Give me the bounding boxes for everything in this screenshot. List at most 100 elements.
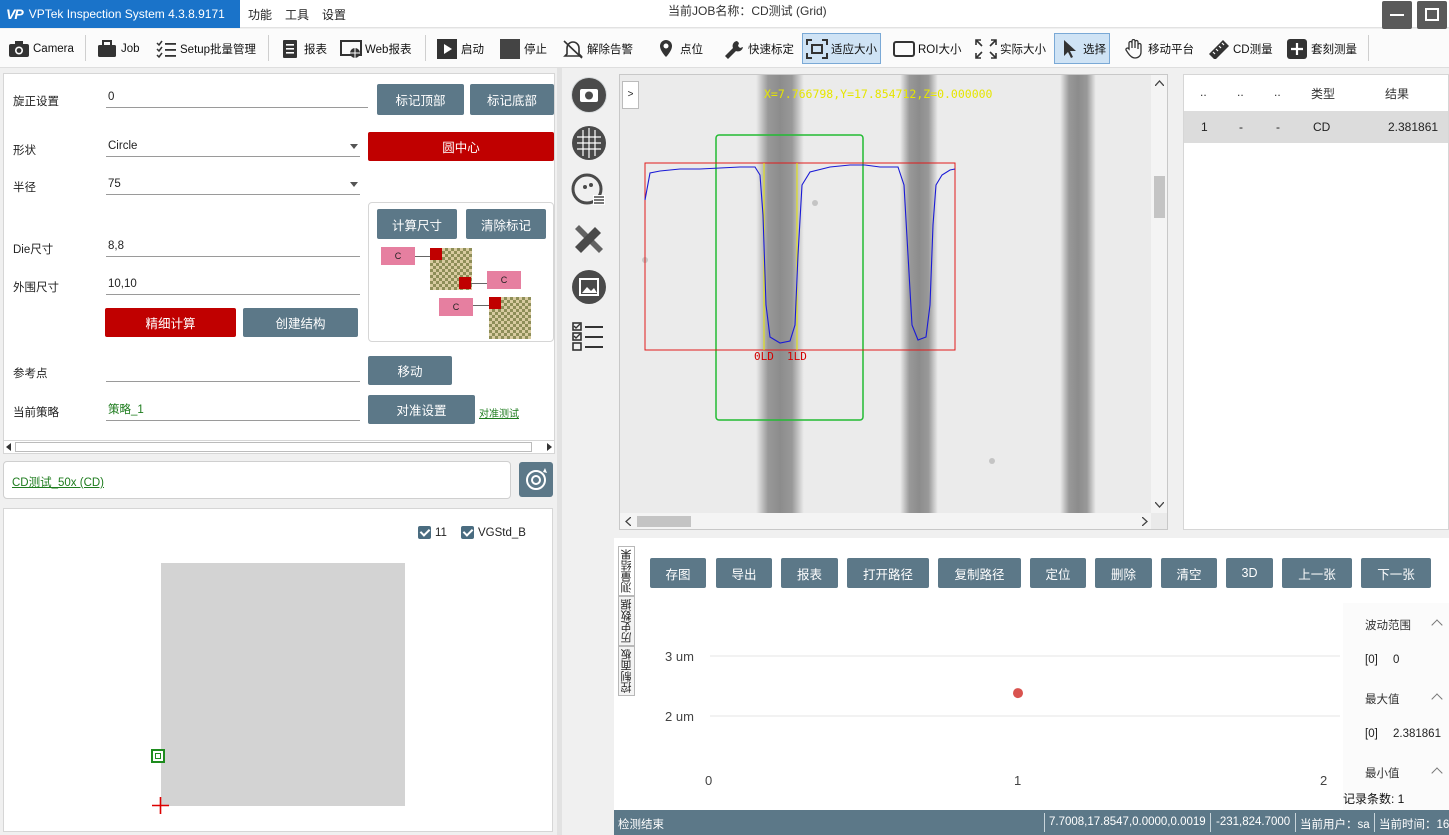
outer-size-field[interactable]: 10,10 <box>106 275 360 295</box>
mark-bottom-button[interactable]: 标记底部 <box>470 84 554 115</box>
setup-batch-button[interactable]: Setup批量管理 <box>152 33 259 64</box>
measure-tools-button[interactable] <box>571 221 607 257</box>
mark-top-button[interactable]: 标记顶部 <box>377 84 464 115</box>
recipe-link[interactable]: CD测试_50x (CD) <box>12 474 104 490</box>
overlay-measure-button[interactable]: 套刻测量 <box>1283 33 1360 64</box>
quick-calibrate-button[interactable]: 快速标定 <box>720 33 797 64</box>
report-button[interactable]: 报表 <box>276 33 330 64</box>
scroll-up-icon[interactable] <box>1155 80 1164 86</box>
tab-measure-result[interactable]: 测量结果 <box>618 546 635 596</box>
menu-function[interactable]: 功能 <box>248 6 272 23</box>
open-path-button[interactable]: 打开路径 <box>847 558 929 588</box>
point-button[interactable]: 点位 <box>652 33 706 64</box>
locate-button[interactable]: 定位 <box>1030 558 1086 588</box>
collapse-range-icon[interactable] <box>1431 619 1443 631</box>
map-view-button[interactable] <box>571 173 607 209</box>
tab-control-panel[interactable]: 控制面板 <box>618 646 635 696</box>
start-button[interactable]: 启动 <box>433 33 487 64</box>
column-header: .. <box>1274 85 1281 99</box>
move-stage-button[interactable]: 移动平台 <box>1120 33 1197 64</box>
delete-button[interactable]: 删除 <box>1095 558 1152 588</box>
strategy-field[interactable]: 策略_1 <box>106 401 360 421</box>
clear-button[interactable]: 清空 <box>1161 558 1217 588</box>
status-user: 当前用户：sa <box>1300 819 1370 831</box>
maximize-button[interactable] <box>1417 1 1447 29</box>
camera-button[interactable]: Camera <box>5 33 77 64</box>
scroll-left-icon[interactable] <box>625 517 631 526</box>
shape-select[interactable]: Circle <box>106 137 360 157</box>
column-header-result: 结果 <box>1385 87 1410 101</box>
vscroll-thumb[interactable] <box>1154 176 1165 218</box>
radius-select[interactable]: 75 <box>106 175 360 195</box>
wrench-icon <box>725 40 743 59</box>
scroll-down-icon[interactable] <box>1155 502 1164 508</box>
setup-batch-label: Setup批量管理 <box>180 43 257 56</box>
column-header: .. <box>1237 85 1244 99</box>
die-marker <box>459 277 471 289</box>
scroll-right-icon[interactable] <box>1142 517 1148 526</box>
job-button[interactable]: Job <box>93 33 143 64</box>
scroll-left-icon[interactable] <box>5 443 13 451</box>
align-settings-button[interactable]: 对准设置 <box>368 395 475 424</box>
align-test-link[interactable]: 对准测试 <box>479 405 519 420</box>
column-header: .. <box>1200 85 1207 99</box>
layer-checkbox-11[interactable] <box>418 526 431 539</box>
camera-view-button[interactable] <box>571 77 607 113</box>
export-button[interactable]: 导出 <box>716 558 772 588</box>
edge-label-1ld: 1LD <box>787 350 807 363</box>
image-viewer: X=7.766798,Y=17.854712,Z=0.000000 0LD 1L… <box>619 74 1168 530</box>
hand-icon <box>1125 38 1142 59</box>
circle-center-button[interactable]: 圆中心 <box>368 132 554 161</box>
tab-history-data[interactable]: 历史数据 <box>618 596 635 646</box>
expand-panel-button[interactable]: > <box>622 81 639 109</box>
collapse-max-icon[interactable] <box>1431 693 1443 705</box>
stop-button[interactable]: 停止 <box>496 33 550 64</box>
viewer-hscrollbar[interactable] <box>620 513 1151 529</box>
die-size-field[interactable]: 8,8 <box>106 237 360 257</box>
clear-marks-button[interactable]: 清除标记 <box>466 209 546 239</box>
rotation-field[interactable]: 0 <box>106 88 368 108</box>
scroll-right-icon[interactable] <box>545 443 553 451</box>
radius-select-value: 75 <box>108 178 121 190</box>
report-result-button[interactable]: 报表 <box>781 558 838 588</box>
layer-checkbox-vgstd[interactable] <box>461 526 474 539</box>
wafer-area[interactable] <box>161 563 405 806</box>
hscroll-thumb[interactable] <box>637 516 691 527</box>
camera-image[interactable]: X=7.766798,Y=17.854712,Z=0.000000 0LD 1L… <box>620 75 1151 513</box>
actual-size-button[interactable]: 实际大小 <box>972 33 1049 64</box>
report-label: 报表 <box>304 43 327 56</box>
copy-path-button[interactable]: 复制路径 <box>938 558 1021 588</box>
calc-size-button[interactable]: 计算尺寸 <box>377 209 457 239</box>
minimize-button[interactable] <box>1382 1 1412 29</box>
next-image-button[interactable]: 下一张 <box>1361 558 1431 588</box>
cell-type: CD <box>1313 120 1331 134</box>
create-structure-button[interactable]: 创建结构 <box>243 308 358 337</box>
ref-point-field[interactable] <box>106 362 360 382</box>
collapse-min-icon[interactable] <box>1431 767 1443 779</box>
radius-label: 半径 <box>13 182 36 194</box>
main-toolbar: Camera Job Setup批量管理 报表 Web报表 启动 停止 解除告警… <box>0 29 1449 68</box>
move-button[interactable]: 移动 <box>368 356 452 385</box>
grid-view-button[interactable] <box>571 125 607 161</box>
cd-measure-button[interactable]: CD测量 <box>1205 33 1276 64</box>
web-report-button[interactable]: Web报表 <box>337 33 414 64</box>
table-row[interactable]: 1 - - CD 2.381861 <box>1184 111 1448 143</box>
task-list-button[interactable] <box>571 318 607 354</box>
refresh-button[interactable] <box>519 462 553 497</box>
clear-alarm-button[interactable]: 解除告警 <box>559 33 636 64</box>
scroll-thumb[interactable] <box>15 442 532 452</box>
roi-size-button[interactable]: ROI大小 <box>890 33 964 64</box>
menu-tools[interactable]: 工具 <box>285 6 309 23</box>
column-header-type: 类型 <box>1311 87 1336 101</box>
fine-calc-button[interactable]: 精细计算 <box>105 308 236 337</box>
select-button[interactable]: 选择 <box>1054 33 1110 64</box>
viewer-vscrollbar[interactable] <box>1151 75 1167 513</box>
menu-settings[interactable]: 设置 <box>322 6 346 23</box>
3d-button[interactable]: 3D <box>1226 558 1273 588</box>
camera-icon <box>9 40 29 57</box>
left-panel-hscrollbar[interactable] <box>3 440 555 454</box>
fit-size-button[interactable]: 适应大小 <box>802 33 881 64</box>
prev-image-button[interactable]: 上一张 <box>1282 558 1352 588</box>
save-image-button[interactable]: 存图 <box>650 558 706 588</box>
image-view-button[interactable] <box>571 269 607 305</box>
